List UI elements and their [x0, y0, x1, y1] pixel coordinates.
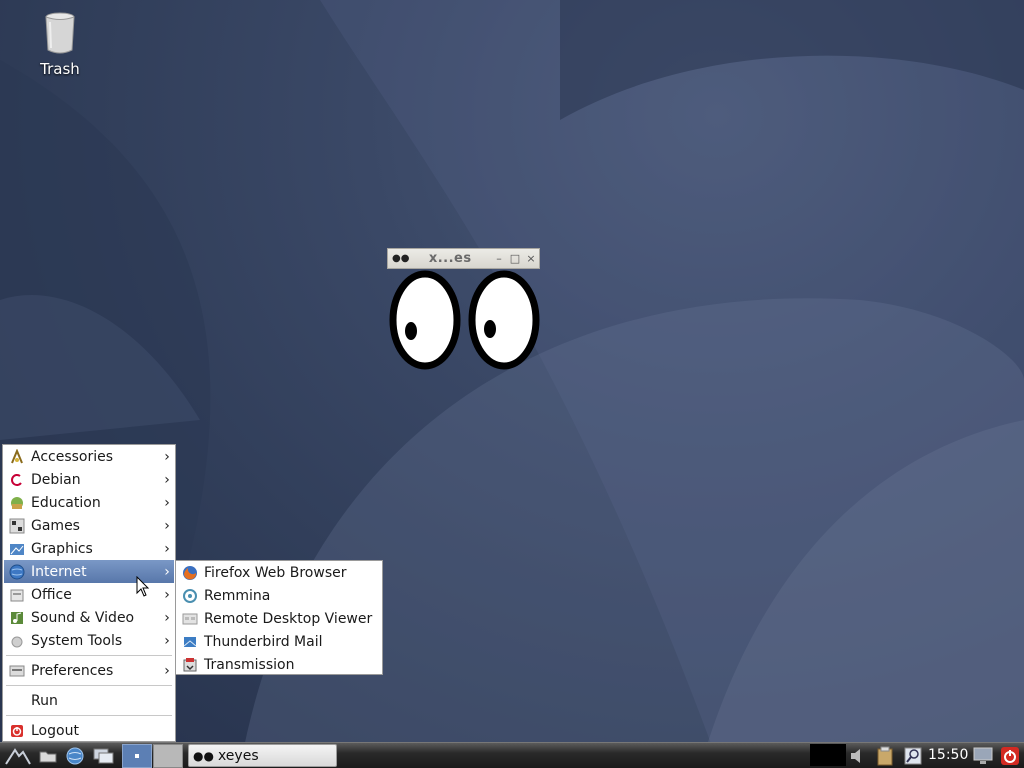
windows-icon	[93, 748, 114, 764]
task-label: xeyes	[217, 747, 259, 764]
trash-label: Trash	[40, 60, 80, 78]
volume-icon[interactable]	[848, 745, 870, 767]
remmina-icon	[183, 588, 197, 603]
taskbar-task-xeyes[interactable]: ●● xeyes	[188, 744, 337, 767]
office-icon	[10, 589, 24, 601]
maximize-button[interactable]: □	[507, 252, 523, 265]
menu-item-logout[interactable]: Logout	[4, 719, 174, 742]
menu-item-preferences[interactable]: Preferences ›	[4, 659, 174, 682]
submenu-item-thunderbird[interactable]: Thunderbird Mail	[177, 630, 381, 653]
chevron-right-icon: ›	[164, 494, 170, 511]
menu-item-education[interactable]: Education ›	[4, 491, 174, 514]
graphics-icon	[10, 543, 24, 555]
menu-item-graphics[interactable]: Graphics ›	[4, 537, 174, 560]
accessories-icon	[11, 448, 23, 463]
lock-screen-button[interactable]	[972, 745, 994, 767]
xeyes-eyes	[389, 270, 540, 370]
menu-item-accessories[interactable]: Accessories ›	[4, 445, 174, 468]
folder-icon	[39, 751, 57, 763]
search-button[interactable]	[902, 745, 924, 767]
taskbar: ●● xeyes 15:50	[0, 742, 1024, 768]
trash-icon	[45, 12, 75, 54]
thunderbird-icon	[183, 636, 197, 647]
menu-separator	[6, 685, 172, 686]
monitor-lock-icon	[973, 747, 993, 764]
browser-launcher[interactable]	[64, 745, 86, 767]
start-menu-button[interactable]	[4, 745, 32, 767]
menu-separator	[6, 655, 172, 656]
menu-item-sound-video[interactable]: Sound & Video ›	[4, 606, 174, 629]
chevron-right-icon: ›	[164, 471, 170, 488]
cpu-monitor	[810, 744, 846, 766]
firefox-icon	[183, 565, 197, 580]
xeyes-window[interactable]: ●● x...es – □ ×	[387, 248, 540, 370]
submenu-item-transmission[interactable]: Transmission	[177, 653, 381, 676]
preferences-icon	[9, 665, 25, 676]
debian-icon	[11, 473, 22, 486]
mouse-cursor	[136, 576, 150, 597]
chevron-right-icon: ›	[164, 563, 170, 580]
clipboard-icon[interactable]	[874, 745, 896, 767]
chevron-right-icon: ›	[164, 662, 170, 679]
pager-window-icon	[135, 754, 139, 758]
window-title: x...es	[428, 251, 472, 266]
submenu-item-firefox[interactable]: Firefox Web Browser	[177, 561, 381, 584]
sound-video-icon	[11, 611, 23, 624]
menu-item-games[interactable]: Games ›	[4, 514, 174, 537]
games-icon	[9, 518, 25, 533]
logout-icon	[11, 724, 23, 737]
menu-item-system-tools[interactable]: System Tools ›	[4, 629, 174, 652]
menu-item-run[interactable]: Run	[4, 689, 174, 712]
clipboard-icon	[877, 746, 893, 766]
chevron-right-icon: ›	[164, 632, 170, 649]
chevron-right-icon: ›	[164, 448, 170, 465]
xeyes-icon: ●●	[193, 748, 214, 763]
internet-icon	[9, 564, 25, 579]
lxde-logo-icon	[5, 748, 31, 765]
speaker-icon	[851, 749, 860, 763]
menu-separator	[6, 715, 172, 716]
desktop-pager-2[interactable]	[153, 744, 183, 768]
chevron-right-icon: ›	[164, 540, 170, 557]
search-icon	[904, 747, 922, 765]
education-icon	[11, 496, 23, 509]
xeyes-titlebar[interactable]: ●● x...es – □ ×	[387, 248, 540, 269]
desktop-icon-trash[interactable]: Trash	[28, 12, 92, 78]
logout-button[interactable]	[998, 745, 1022, 767]
chevron-right-icon: ›	[164, 517, 170, 534]
clock[interactable]: 15:50	[928, 747, 968, 763]
power-icon	[1001, 747, 1019, 765]
submenu-item-remmina[interactable]: Remmina	[177, 584, 381, 607]
chevron-right-icon: ›	[164, 586, 170, 603]
transmission-icon	[183, 657, 197, 671]
file-manager-launcher[interactable]	[38, 745, 58, 767]
web-browser-icon	[66, 747, 84, 765]
remote-desktop-icon	[182, 613, 198, 624]
chevron-right-icon: ›	[164, 609, 170, 626]
desktop-pager-1[interactable]	[122, 744, 152, 768]
show-desktop-button[interactable]	[92, 745, 116, 767]
system-tools-icon	[11, 636, 23, 647]
menu-item-debian[interactable]: Debian ›	[4, 468, 174, 491]
minimize-button[interactable]: –	[491, 252, 507, 265]
internet-submenu: Firefox Web Browser Remmina Remote Deskt…	[175, 560, 383, 675]
submenu-item-remote-desktop-viewer[interactable]: Remote Desktop Viewer	[177, 607, 381, 630]
close-button[interactable]: ×	[523, 252, 539, 265]
xeyes-app-icon: ●●	[392, 253, 410, 264]
